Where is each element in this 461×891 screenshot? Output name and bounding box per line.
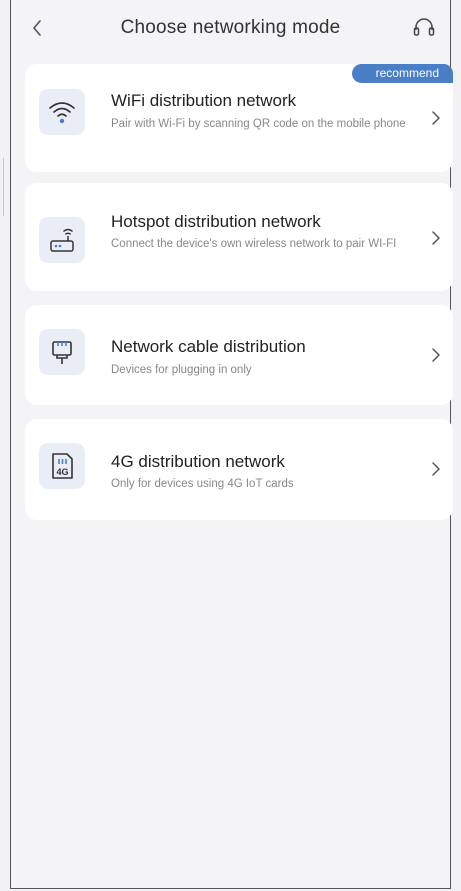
option-title: 4G distribution network xyxy=(111,452,285,471)
scroll-indicator xyxy=(3,158,4,216)
sim-4g-label: 4G xyxy=(56,467,68,477)
headset-icon xyxy=(413,18,435,36)
option-icon-box xyxy=(39,89,85,135)
option-description: Devices for plugging in only xyxy=(111,364,252,376)
chevron-right-icon xyxy=(429,229,443,247)
chevron-right-icon xyxy=(429,460,443,478)
option-wifi-network[interactable]: recommend WiFi distribution network Pair… xyxy=(25,64,453,172)
wifi-icon xyxy=(49,102,75,124)
recommend-badge: recommend xyxy=(351,64,453,83)
option-description: Pair with Wi-Fi by scanning QR code on t… xyxy=(111,118,406,130)
option-hotspot-network[interactable]: Hotspot distribution network Connect the… xyxy=(25,183,453,291)
page-title: Choose networking mode xyxy=(120,17,341,38)
app-screen: Choose networking mode recommend WiFi di… xyxy=(10,0,453,889)
support-button[interactable] xyxy=(410,14,438,42)
chevron-right-icon xyxy=(429,346,443,364)
chevron-left-icon xyxy=(33,20,41,36)
option-icon-box: 4G xyxy=(39,443,85,489)
option-title: Hotspot distribution network xyxy=(111,212,321,231)
option-4g-network[interactable]: 4G 4G distribution network Only for devi… xyxy=(25,419,453,520)
header-bar: Choose networking mode xyxy=(11,0,450,56)
option-icon-box xyxy=(39,217,85,263)
hotspot-router-icon xyxy=(50,228,74,252)
sim-4g-icon: 4G xyxy=(52,453,73,479)
option-description: Connect the device's own wireless networ… xyxy=(111,238,397,250)
chevron-right-icon xyxy=(429,109,443,127)
option-description: Only for devices using 4G IoT cards xyxy=(111,478,294,490)
option-icon-box xyxy=(39,329,85,375)
ethernet-plug-icon xyxy=(52,341,72,364)
option-title: Network cable distribution xyxy=(111,337,306,356)
option-network-cable[interactable]: Network cable distribution Devices for p… xyxy=(25,305,453,405)
option-title: WiFi distribution network xyxy=(111,91,297,110)
back-button[interactable] xyxy=(25,14,49,42)
